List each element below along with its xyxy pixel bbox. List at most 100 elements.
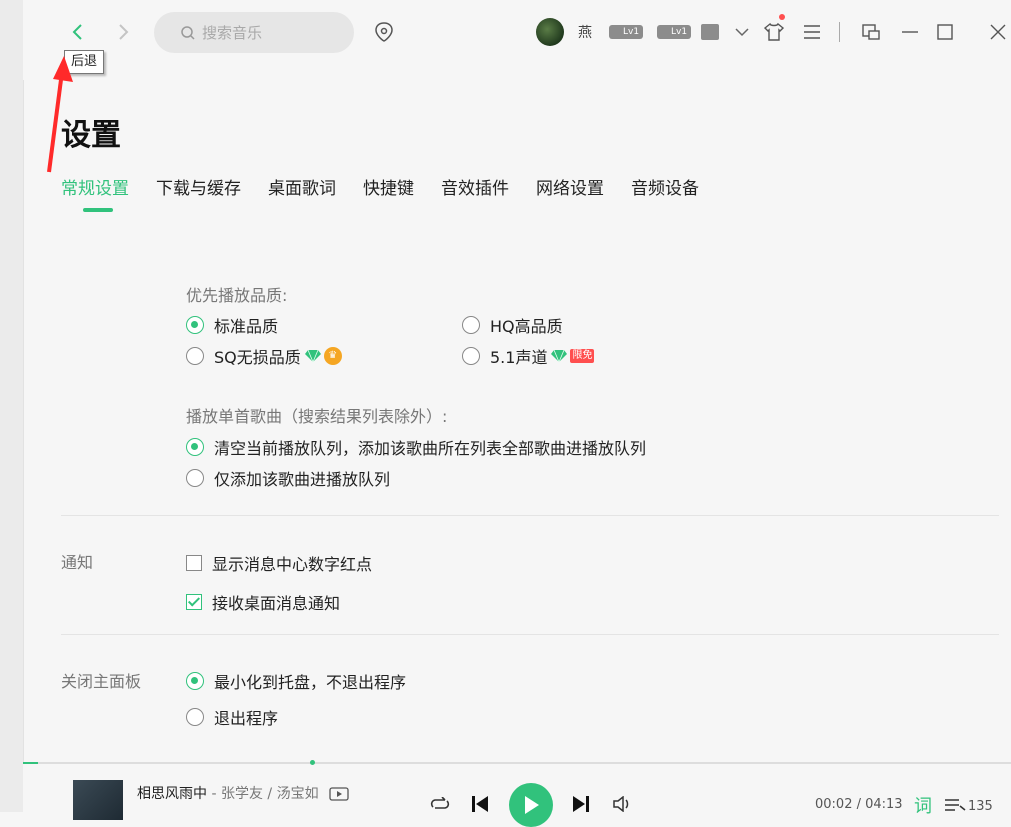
option-label: 最小化到托盘，不退出程序: [214, 673, 407, 692]
option-label: HQ高品质: [490, 317, 563, 336]
repeat-icon: [430, 797, 450, 809]
close-icon: [990, 24, 1006, 40]
radio-selected[interactable]: [186, 672, 204, 690]
notify-option-red-dot[interactable]: 显示消息中心数字红点: [186, 551, 372, 575]
single-play-option-replace[interactable]: 清空当前播放队列，添加该歌曲所在列表全部歌曲进播放队列: [186, 435, 646, 459]
close-option-exit[interactable]: 退出程序: [186, 705, 278, 729]
option-label: 标准品质: [214, 317, 279, 336]
search-icon: [181, 25, 195, 40]
album-cover[interactable]: [73, 780, 123, 820]
song-info[interactable]: 相思风雨中 - 张学友 / 汤宝如: [137, 783, 349, 803]
radio[interactable]: [186, 708, 204, 726]
limited-free-badge: 限免: [570, 349, 595, 363]
tab-audio-device[interactable]: 音频设备: [631, 174, 699, 199]
mini-mode-button[interactable]: [859, 20, 883, 44]
volume-icon: [613, 796, 629, 812]
mv-icon[interactable]: [329, 787, 349, 801]
notification-dot: [779, 14, 785, 20]
tab-desktop-lyrics[interactable]: 桌面歌词: [268, 174, 336, 199]
search-input[interactable]: 搜索音乐: [154, 12, 354, 53]
previous-button[interactable]: [469, 796, 491, 812]
tab-download-cache[interactable]: 下载与缓存: [156, 174, 241, 199]
page-title: 设置: [61, 118, 121, 153]
next-button[interactable]: [570, 796, 592, 812]
vip-level-badge[interactable]: Lv1: [609, 25, 644, 39]
v-badge-icon[interactable]: [701, 24, 719, 40]
play-time: 00:02 / 04:13: [815, 797, 903, 812]
radio[interactable]: [462, 347, 480, 365]
radio[interactable]: [186, 469, 204, 487]
user-name[interactable]: 燕: [578, 22, 592, 42]
close-button[interactable]: [986, 20, 1010, 44]
menu-button[interactable]: [800, 20, 824, 44]
vip-gold-icon: ♛: [323, 347, 342, 365]
section-divider: [61, 634, 999, 635]
green-diamond-icon: [551, 349, 568, 363]
checkbox-checked[interactable]: [186, 594, 202, 610]
notify-option-desktop[interactable]: 接收桌面消息通知: [186, 590, 340, 614]
previous-icon: [472, 796, 488, 812]
user-dropdown-button[interactable]: [730, 20, 754, 44]
chevron-down-icon: [735, 28, 749, 37]
option-label: 清空当前播放队列，添加该歌曲所在列表全部歌曲进播放队列: [214, 439, 647, 458]
minimize-icon: [902, 31, 918, 33]
tab-audio-plugins[interactable]: 音效插件: [441, 174, 509, 199]
music-recognize-button[interactable]: [372, 20, 396, 44]
option-label: 5.1声道: [490, 348, 548, 367]
song-artist[interactable]: - 张学友 / 汤宝如: [207, 786, 318, 802]
option-label: 接收桌面消息通知: [212, 594, 341, 613]
quality-option-sq[interactable]: SQ无损品质 ♛: [186, 344, 342, 368]
chevron-right-icon: [119, 24, 129, 40]
quality-option-standard[interactable]: 标准品质: [186, 313, 278, 337]
tab-network[interactable]: 网络设置: [536, 174, 604, 199]
quality-option-51[interactable]: 5.1声道 限免: [462, 344, 595, 368]
avatar[interactable]: [536, 18, 564, 46]
maximize-icon: [937, 24, 953, 40]
pick-icon: [375, 22, 393, 42]
play-icon: [525, 796, 539, 814]
tab-shortcuts[interactable]: 快捷键: [363, 174, 414, 199]
tshirt-icon: [763, 22, 785, 41]
radio[interactable]: [186, 347, 204, 365]
minimize-button[interactable]: [898, 20, 922, 44]
song-title[interactable]: 相思风雨中: [137, 786, 207, 802]
green-diamond-icon: [304, 349, 321, 363]
radio-selected[interactable]: [186, 316, 204, 334]
checkbox[interactable]: [186, 555, 202, 571]
skin-button[interactable]: [762, 20, 786, 44]
play-button[interactable]: [509, 783, 553, 827]
volume-button[interactable]: [611, 796, 633, 812]
back-button[interactable]: [66, 20, 90, 44]
progress-bar[interactable]: [23, 762, 1011, 764]
left-sidebar-strip: [0, 0, 24, 812]
single-play-heading: 播放单首歌曲（搜索结果列表除外）:: [186, 407, 448, 426]
playlist-icon[interactable]: [944, 798, 966, 812]
title-divider: [839, 22, 840, 42]
maximize-button[interactable]: [933, 20, 957, 44]
option-label: 退出程序: [214, 709, 279, 728]
radio-selected[interactable]: [186, 438, 204, 456]
settings-tabs: 常规设置 下载与缓存 桌面歌词 快捷键 音效插件 网络设置 音频设备: [61, 174, 726, 199]
lyrics-button[interactable]: 词: [914, 792, 932, 818]
option-label: 仅添加该歌曲进播放队列: [214, 470, 391, 489]
radio[interactable]: [462, 316, 480, 334]
active-tab-indicator: [83, 208, 113, 212]
repeat-button[interactable]: [428, 796, 452, 812]
notify-label: 通知: [61, 553, 94, 572]
close-option-minimize[interactable]: 最小化到托盘，不退出程序: [186, 669, 406, 693]
chevron-left-icon: [72, 24, 82, 40]
section-divider: [61, 515, 999, 516]
tab-general[interactable]: 常规设置: [61, 174, 129, 199]
progress-fill: [23, 762, 38, 764]
next-icon: [573, 796, 589, 812]
progress-handle[interactable]: [310, 760, 315, 765]
single-play-option-add[interactable]: 仅添加该歌曲进播放队列: [186, 466, 390, 490]
menu-icon: [804, 25, 820, 39]
mini-mode-icon: [862, 24, 880, 40]
quality-option-hq[interactable]: HQ高品质: [462, 313, 563, 337]
option-label: 显示消息中心数字红点: [212, 555, 373, 574]
search-placeholder: 搜索音乐: [202, 24, 263, 42]
option-label: SQ无损品质: [214, 348, 301, 367]
forward-button[interactable]: [111, 20, 135, 44]
listen-level-badge[interactable]: Lv1: [657, 25, 692, 39]
